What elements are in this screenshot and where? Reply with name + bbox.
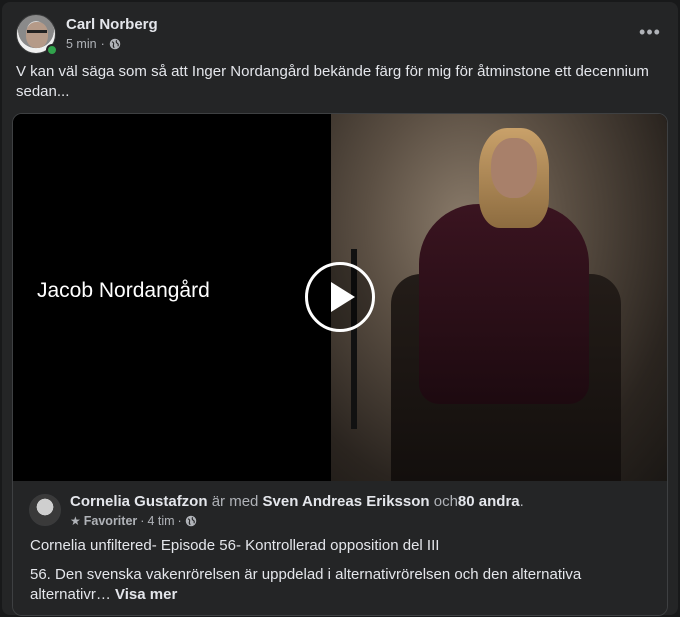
and-text: och: [433, 493, 458, 510]
description-text: 56. Den svenska vakenrörelsen är uppdela…: [30, 566, 582, 603]
video-title: Jacob Nordangård: [37, 279, 210, 302]
video-title-panel: Jacob Nordangård: [13, 114, 331, 481]
shared-post-footer: Cornelia Gustafzon är med Sven Andreas E…: [13, 481, 667, 615]
author-name[interactable]: Carl Norberg: [66, 16, 158, 33]
see-more-link[interactable]: Visa mer: [115, 586, 177, 603]
shared-post[interactable]: Jacob Nordangård Cornelia Gustafzon är m…: [12, 113, 668, 616]
online-status-dot: [46, 44, 58, 56]
meta-separator: ·: [177, 514, 182, 528]
post-text: V kan väl säga som så att Inger Nordangå…: [16, 63, 649, 100]
shared-title: Cornelia unfiltered- Episode 56- Kontrol…: [30, 537, 440, 554]
play-button[interactable]: [305, 262, 375, 332]
globe-icon: [109, 38, 120, 50]
shared-author-line: Cornelia Gustafzon är med Sven Andreas E…: [70, 493, 524, 510]
tagged-others[interactable]: 80 andra: [458, 493, 520, 510]
star-icon: ★: [70, 514, 81, 528]
avatar-face: [26, 22, 48, 48]
avatar-glasses: [27, 30, 47, 35]
post-card: Carl Norberg 5 min · ••• V kan väl säga …: [2, 2, 678, 616]
post-time[interactable]: 5 min: [66, 37, 97, 51]
post-header: Carl Norberg 5 min · •••: [16, 14, 666, 56]
favorites-label: Favoriter: [83, 514, 138, 528]
shared-author-name[interactable]: Cornelia Gustafzon: [70, 493, 208, 510]
video-thumbnail: [331, 114, 667, 481]
person-coat-shape: [419, 204, 589, 404]
person-head-shape: [491, 138, 537, 198]
shared-description: 56. Den svenska vakenrörelsen är uppdela…: [30, 565, 650, 605]
shared-time[interactable]: 4 tim: [147, 514, 174, 528]
play-icon: [331, 282, 355, 312]
video-player[interactable]: Jacob Nordangård: [13, 114, 667, 481]
shared-meta: ★ Favoriter · 4 tim ·: [70, 514, 197, 528]
globe-icon: [185, 515, 196, 527]
post-meta: 5 min ·: [66, 37, 121, 51]
line-period: .: [519, 493, 524, 510]
with-text: är med: [211, 493, 259, 510]
meta-separator: ·: [140, 514, 145, 528]
tagged-person[interactable]: Sven Andreas Eriksson: [263, 493, 430, 510]
shared-author-avatar[interactable]: [29, 494, 61, 526]
more-options-button[interactable]: •••: [634, 20, 666, 44]
meta-separator: ·: [100, 37, 105, 51]
